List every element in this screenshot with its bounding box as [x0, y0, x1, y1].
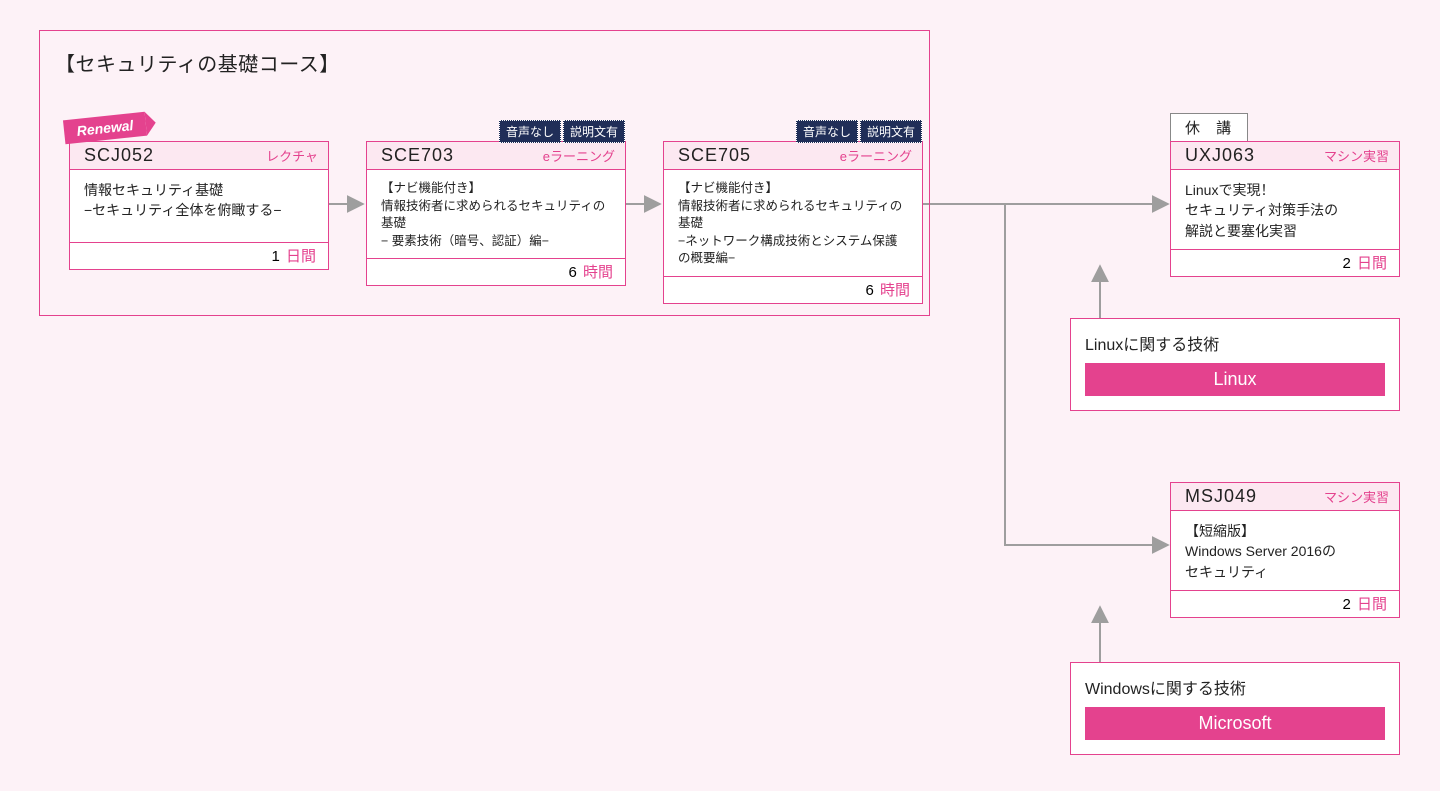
- duration-unit: 日間: [286, 248, 316, 265]
- duration-unit: 日間: [1357, 596, 1387, 613]
- course-code: UXJ063: [1185, 145, 1255, 166]
- course-code: SCE703: [381, 145, 454, 166]
- course-title-line: −ネットワーク構成技術とシステム保護の概要編−: [678, 233, 908, 268]
- tag-no-audio: 音声なし: [796, 120, 858, 143]
- diagram-canvas: 【セキュリティの基礎コース】 Renewal SCJ052 レクチャ 情報セキュ…: [0, 0, 1440, 791]
- card-header: SCJ052 レクチャ: [70, 142, 328, 170]
- duration-number: 1: [271, 248, 279, 265]
- tag-no-audio: 音声なし: [499, 120, 561, 143]
- card-header: UXJ063 マシン実習: [1171, 142, 1399, 170]
- course-duration: 1 日間: [70, 242, 328, 269]
- card-header: SCE705 eラーニング: [664, 142, 922, 170]
- tag-has-text: 説明文有: [563, 120, 625, 143]
- course-code: SCJ052: [84, 145, 154, 166]
- course-title-line: 情報技術者に求められるセキュリティの基礎: [678, 198, 908, 233]
- course-type: マシン実習: [1324, 487, 1389, 506]
- course-card-sce705[interactable]: 音声なし 説明文有 SCE705 eラーニング 【ナビ機能付き】 情報技術者に求…: [663, 141, 923, 304]
- course-title-line: セキュリティ対策手法の: [1185, 200, 1385, 220]
- course-duration: 6 時間: [664, 276, 922, 303]
- duration-number: 6: [568, 264, 576, 281]
- course-type: レクチャ: [266, 146, 318, 165]
- course-type: eラーニング: [840, 146, 912, 165]
- course-group-title: 【セキュリティの基礎コース】: [55, 48, 340, 77]
- course-title-line: Windows Server 2016の: [1185, 541, 1385, 561]
- suspended-label: 休 講: [1170, 113, 1248, 142]
- course-title-line: −セキュリティ全体を俯瞰する−: [84, 200, 314, 220]
- course-duration: 2 日間: [1171, 249, 1399, 276]
- prereq-bar: Linux: [1085, 363, 1385, 396]
- duration-number: 2: [1342, 255, 1350, 272]
- course-type: eラーニング: [543, 146, 615, 165]
- course-title-line: Linuxで実現！: [1185, 180, 1385, 200]
- course-duration: 6 時間: [367, 258, 625, 285]
- course-title-line: 情報セキュリティ基礎: [84, 180, 314, 200]
- course-title: 情報セキュリティ基礎 −セキュリティ全体を俯瞰する−: [70, 170, 328, 242]
- course-card-scj052[interactable]: Renewal SCJ052 レクチャ 情報セキュリティ基礎 −セキュリティ全体…: [69, 141, 329, 270]
- course-title-line: 情報技術者に求められるセキュリティの基礎: [381, 198, 611, 233]
- prereq-caption: Linuxに関する技術: [1085, 331, 1385, 355]
- course-tags: 音声なし 説明文有: [796, 120, 922, 143]
- course-title-line: 【ナビ機能付き】: [678, 180, 908, 198]
- course-duration: 2 日間: [1171, 590, 1399, 617]
- prereq-bar: Microsoft: [1085, 707, 1385, 740]
- course-type: マシン実習: [1324, 146, 1389, 165]
- duration-number: 6: [865, 282, 873, 299]
- course-title: 【ナビ機能付き】 情報技術者に求められるセキュリティの基礎 − 要素技術（暗号、…: [367, 170, 625, 258]
- course-code: MSJ049: [1185, 486, 1257, 507]
- course-code: SCE705: [678, 145, 751, 166]
- course-tags: 音声なし 説明文有: [499, 120, 625, 143]
- course-title-line: 解説と要塞化実習: [1185, 221, 1385, 241]
- course-title: 【短縮版】 Windows Server 2016の セキュリティ: [1171, 511, 1399, 590]
- course-title-line: − 要素技術（暗号、認証）編−: [381, 233, 611, 251]
- duration-unit: 時間: [583, 264, 613, 281]
- card-header: MSJ049 マシン実習: [1171, 483, 1399, 511]
- course-card-sce703[interactable]: 音声なし 説明文有 SCE703 eラーニング 【ナビ機能付き】 情報技術者に求…: [366, 141, 626, 286]
- duration-unit: 時間: [880, 282, 910, 299]
- course-title-line: 【ナビ機能付き】: [381, 180, 611, 198]
- course-title: 【ナビ機能付き】 情報技術者に求められるセキュリティの基礎 −ネットワーク構成技…: [664, 170, 922, 276]
- tag-has-text: 説明文有: [860, 120, 922, 143]
- course-title-line: セキュリティ: [1185, 562, 1385, 582]
- prereq-box-windows[interactable]: Windowsに関する技術 Microsoft: [1070, 662, 1400, 755]
- course-title-line: 【短縮版】: [1185, 521, 1385, 541]
- card-header: SCE703 eラーニング: [367, 142, 625, 170]
- course-title: Linuxで実現！ セキュリティ対策手法の 解説と要塞化実習: [1171, 170, 1399, 249]
- course-card-uxj063[interactable]: UXJ063 マシン実習 Linuxで実現！ セキュリティ対策手法の 解説と要塞…: [1170, 141, 1400, 277]
- duration-number: 2: [1342, 596, 1350, 613]
- prereq-box-linux[interactable]: Linuxに関する技術 Linux: [1070, 318, 1400, 411]
- course-card-msj049[interactable]: MSJ049 マシン実習 【短縮版】 Windows Server 2016の …: [1170, 482, 1400, 618]
- prereq-caption: Windowsに関する技術: [1085, 675, 1385, 699]
- duration-unit: 日間: [1357, 255, 1387, 272]
